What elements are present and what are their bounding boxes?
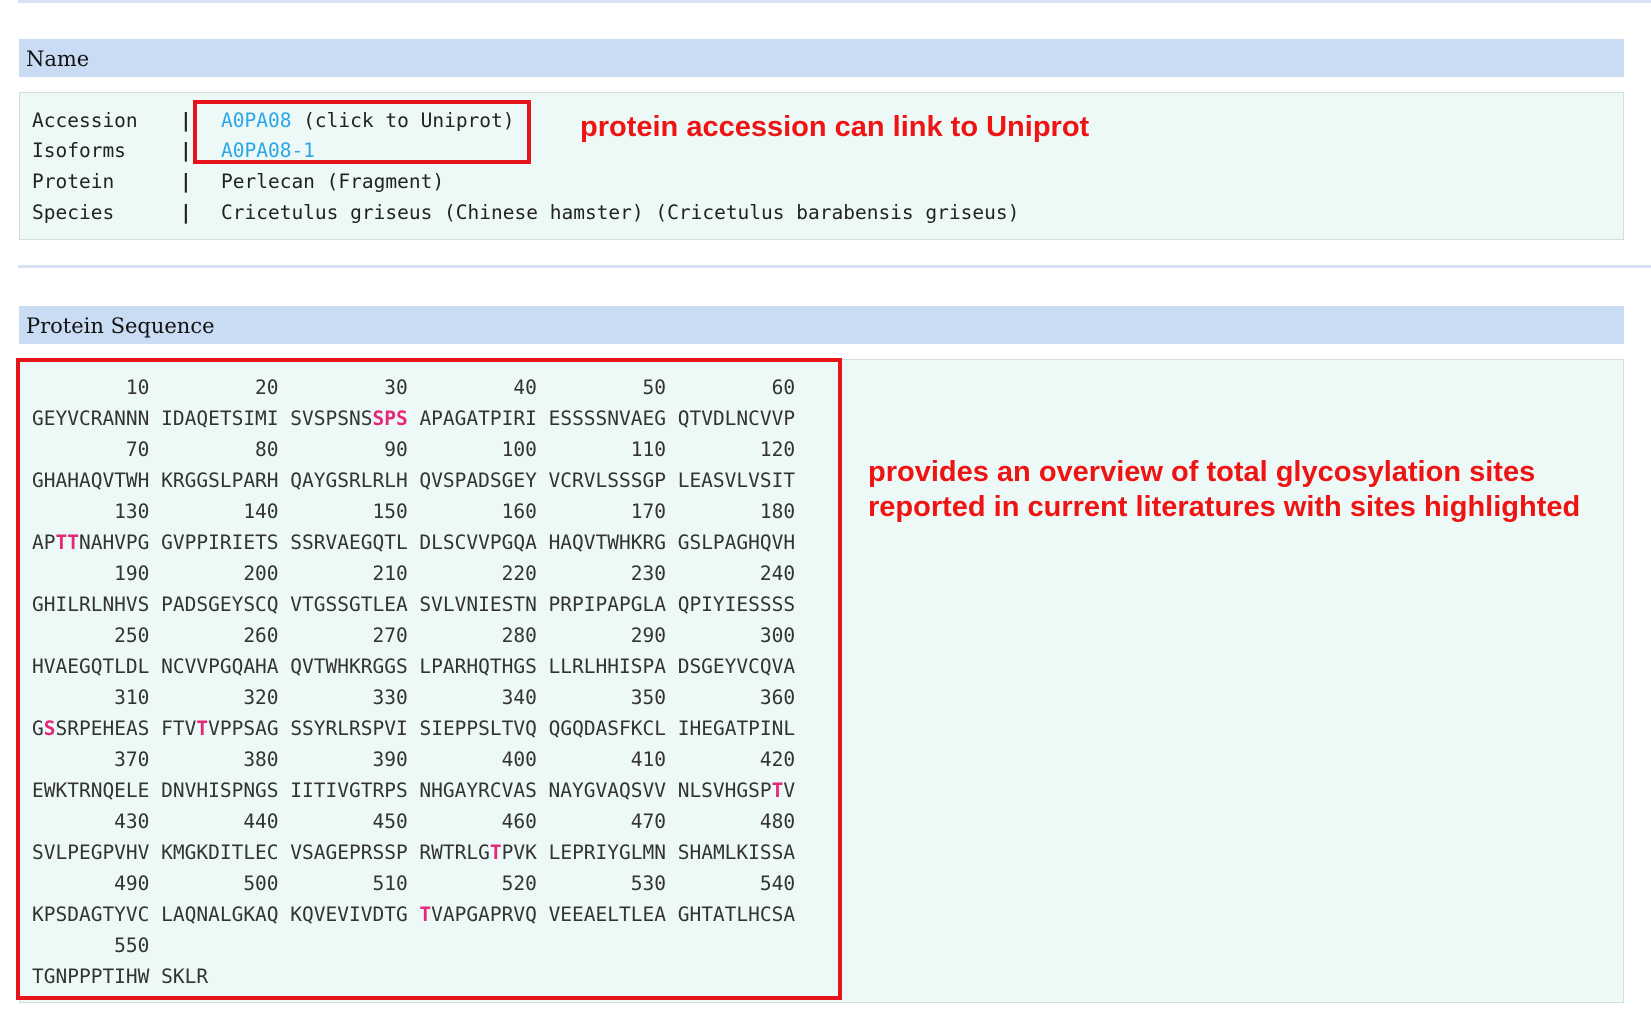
top-divider — [18, 0, 1651, 3]
glycosylation-annotation: provides an overview of total glycosylat… — [868, 455, 1580, 525]
protein-value: Perlecan (Fragment) — [221, 170, 445, 193]
glycosylation-annotation-line1: provides an overview of total glycosylat… — [868, 456, 1536, 488]
section-divider — [18, 265, 1651, 268]
glycosylation-annotation-line2: reported in current literatures with sit… — [868, 491, 1581, 523]
accession-label: Accession — [32, 109, 138, 132]
protein-separator: | — [180, 170, 192, 193]
species-separator: | — [180, 201, 192, 224]
species-label: Species — [32, 201, 115, 224]
sequence-section-header: Protein Sequence — [19, 306, 1624, 344]
isoforms-label: Isoforms — [32, 139, 126, 162]
protein-row: Protein | Perlecan (Fragment) — [32, 167, 444, 197]
accession-annotation: protein accession can link to Uniprot — [580, 111, 1090, 143]
isoforms-separator: | — [180, 139, 192, 162]
species-row: Species | Cricetulus griseus (Chinese ha… — [32, 198, 1019, 228]
protein-label: Protein — [32, 170, 115, 193]
accession-row: Accession | A0PA08 (click to Uniprot) — [32, 106, 515, 136]
sequence-highlight-box — [16, 358, 842, 1000]
accession-separator: | — [180, 109, 192, 132]
accession-highlight-box — [193, 100, 531, 164]
name-section-header: Name — [19, 39, 1624, 77]
isoforms-row: Isoforms | A0PA08-1 — [32, 136, 315, 166]
species-value: Cricetulus griseus (Chinese hamster) (Cr… — [221, 201, 1020, 224]
